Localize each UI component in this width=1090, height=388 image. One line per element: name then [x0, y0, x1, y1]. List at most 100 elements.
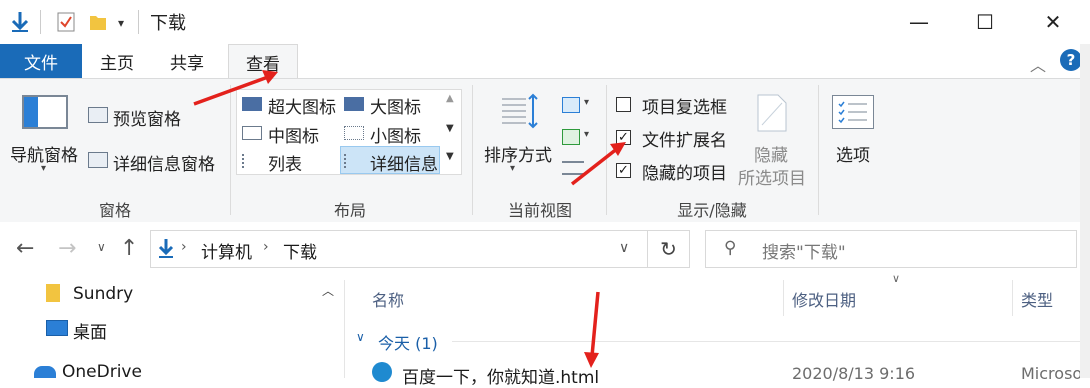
- item-checkboxes-checkbox[interactable]: [616, 97, 631, 112]
- column-header-name[interactable]: 名称: [372, 287, 404, 311]
- address-bar[interactable]: › 计算机 › 下载 ∨: [150, 230, 648, 268]
- divider: [344, 280, 345, 378]
- hidden-items-label[interactable]: 隐藏的项目: [642, 159, 727, 184]
- new-folder-icon[interactable]: [86, 10, 110, 34]
- group-header-today[interactable]: 今天 (1): [378, 330, 438, 354]
- navigation-pane-icon[interactable]: [22, 95, 68, 129]
- divider: [230, 85, 231, 215]
- chevron-down-icon: ▾: [584, 129, 590, 140]
- divider: [452, 341, 1088, 342]
- onedrive-cloud-icon: [34, 366, 56, 378]
- options-checklist-icon[interactable]: [832, 95, 874, 129]
- forward-arrow-icon[interactable]: →: [58, 236, 76, 261]
- divider: [40, 10, 41, 34]
- size-all-columns-icon[interactable]: [562, 161, 584, 175]
- sidebar-item-onedrive[interactable]: OneDrive: [62, 362, 142, 382]
- download-arrow-icon[interactable]: [8, 10, 32, 34]
- file-name-extensions-label[interactable]: 文件扩展名: [642, 126, 727, 151]
- search-icon: ⚲: [724, 238, 737, 258]
- window-title: 下载: [150, 13, 186, 34]
- file-row-name[interactable]: 百度一下，你就知道.html: [402, 363, 599, 388]
- details-pane-icon: [88, 152, 108, 168]
- close-button[interactable]: ✕: [1028, 0, 1078, 44]
- tab-home[interactable]: 主页: [92, 44, 142, 78]
- sidebar-item-sundry[interactable]: Sundry: [73, 284, 133, 304]
- options-button[interactable]: 选项: [836, 141, 870, 166]
- customize-quick-access-dropdown-icon[interactable]: ▾: [112, 12, 130, 34]
- scroll-up-icon[interactable]: ︿: [322, 282, 334, 299]
- large-icons-option[interactable]: 大图标: [370, 93, 421, 118]
- minimize-button[interactable]: —: [894, 0, 944, 44]
- hide-selected-items-line2: 所选项目: [738, 169, 806, 189]
- tab-share[interactable]: 共享: [162, 44, 212, 78]
- details-pane-button[interactable]: 详细信息窗格: [113, 150, 215, 175]
- group-label-layout: 布局: [333, 201, 366, 220]
- preview-pane-button[interactable]: 预览窗格: [113, 105, 181, 130]
- group-collapse-chevron-icon[interactable]: ∨: [356, 330, 365, 344]
- breadcrumb-downloads[interactable]: 下载: [283, 238, 317, 263]
- download-folder-icon: [157, 238, 177, 260]
- properties-checklist-icon[interactable]: [54, 10, 78, 34]
- small-icons-icon: [344, 126, 364, 140]
- group-by-icon[interactable]: [562, 97, 580, 113]
- breadcrumb-computer[interactable]: 计算机: [201, 238, 252, 263]
- divider: [818, 85, 819, 215]
- refresh-button[interactable]: ↻: [648, 230, 690, 268]
- gallery-scroll-up-icon[interactable]: ▲: [446, 93, 454, 104]
- folder-icon: [46, 284, 60, 302]
- collapse-ribbon-icon[interactable]: ︿: [1030, 52, 1046, 76]
- details-option[interactable]: 详细信息: [370, 150, 438, 175]
- maximize-button[interactable]: ☐: [960, 0, 1010, 44]
- file-row-date: 2020/8/13 9:16: [792, 364, 916, 383]
- medium-icons-option[interactable]: 中图标: [268, 122, 319, 147]
- item-checkboxes-label[interactable]: 项目复选框: [642, 93, 727, 118]
- group-label-show-hide: 显示/隐藏: [677, 201, 747, 220]
- sort-by-button[interactable]: 排序方式: [484, 141, 552, 166]
- up-arrow-icon[interactable]: ↑: [120, 236, 138, 261]
- breadcrumb-separator-icon[interactable]: ›: [263, 239, 269, 255]
- tab-view[interactable]: 查看: [228, 44, 298, 80]
- preview-pane-icon: [88, 107, 108, 123]
- hidden-items-checkbox[interactable]: ✓: [616, 163, 631, 178]
- divider: [783, 280, 784, 316]
- group-label-pane: 窗格: [98, 201, 131, 220]
- gallery-more-icon[interactable]: ▼: [446, 151, 454, 162]
- medium-icons-icon: [242, 126, 262, 140]
- edge-browser-icon: [372, 362, 392, 382]
- chevron-down-icon: ▾: [584, 97, 590, 108]
- sidebar-item-desktop[interactable]: 桌面: [73, 318, 107, 343]
- refresh-icon: ↻: [660, 237, 677, 261]
- hide-selected-items-line1: 隐藏: [754, 146, 788, 166]
- large-icons-icon: [344, 97, 364, 111]
- list-option[interactable]: 列表: [268, 150, 302, 175]
- sidebar-scrollbar[interactable]: ︿: [318, 280, 342, 378]
- divider: [1012, 280, 1013, 316]
- column-header-date[interactable]: 修改日期: [792, 287, 856, 311]
- address-history-chevron-icon[interactable]: ∨: [619, 240, 629, 256]
- divider: [138, 10, 139, 34]
- title-bar: ▾ 下载 — ☐ ✕: [0, 0, 1090, 44]
- window-scrollbar[interactable]: [1080, 44, 1090, 378]
- sort-by-icon[interactable]: [500, 93, 540, 131]
- help-icon[interactable]: ?: [1060, 49, 1082, 71]
- breadcrumb-separator-icon[interactable]: ›: [181, 239, 187, 255]
- recent-locations-chevron-icon[interactable]: ∨: [97, 240, 106, 254]
- file-row-type: Microso: [1021, 364, 1083, 383]
- extra-large-icons-option[interactable]: 超大图标: [268, 93, 336, 118]
- back-arrow-icon[interactable]: ←: [16, 236, 34, 261]
- list-icon: [242, 154, 262, 168]
- gallery-scroll-down-icon[interactable]: ▼: [446, 123, 454, 134]
- chevron-down-icon: ▾: [510, 163, 516, 174]
- file-name-extensions-checkbox[interactable]: ✓: [616, 130, 631, 145]
- add-columns-icon[interactable]: [562, 129, 580, 145]
- divider: [472, 85, 473, 215]
- column-header-type[interactable]: 类型: [1021, 287, 1053, 311]
- search-box[interactable]: ⚲ 搜索"下载": [705, 230, 1077, 268]
- chevron-down-icon: ▾: [41, 163, 47, 174]
- ribbon-tabs: 文件 主页 共享 查看 ︿ ?: [0, 44, 1090, 80]
- small-icons-option[interactable]: 小图标: [370, 122, 421, 147]
- search-placeholder: 搜索"下载": [762, 243, 846, 263]
- group-label-current-view: 当前视图: [507, 201, 572, 220]
- tab-file[interactable]: 文件: [0, 44, 82, 78]
- details-icon: [344, 154, 364, 168]
